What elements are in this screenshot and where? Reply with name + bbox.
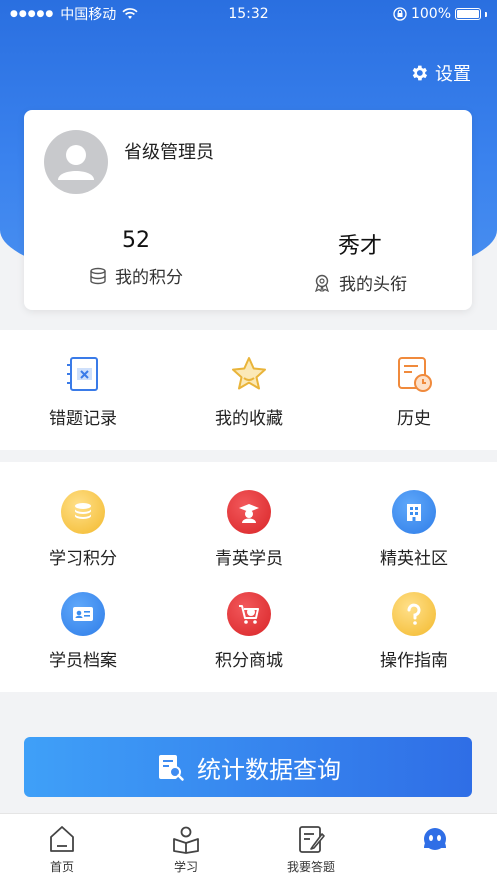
title-stat[interactable]: 秀才 我的头衔 xyxy=(248,228,472,295)
settings-label: 设置 xyxy=(435,64,471,85)
title-value: 秀才 xyxy=(337,234,382,259)
user-name: 省级管理员 xyxy=(124,142,214,163)
feature-label: 积分商城 xyxy=(215,651,283,671)
home-icon xyxy=(50,826,74,852)
coin-stack-icon xyxy=(90,267,106,284)
medal-icon xyxy=(315,274,329,292)
user-placeholder-icon xyxy=(58,145,94,180)
feature-label: 学习积分 xyxy=(49,549,117,569)
tab-label: 首页 xyxy=(49,860,74,874)
document-search-icon xyxy=(159,755,184,781)
tab-answer[interactable]: 我要答题 xyxy=(249,824,373,875)
profile-icon xyxy=(424,828,446,850)
feature-label: 精英社区 xyxy=(380,549,448,569)
answer-icon xyxy=(299,826,325,853)
feature-elite-students[interactable]: 青英学员 xyxy=(166,490,332,569)
title-label: 我的头衔 xyxy=(339,275,407,295)
orientation-lock-icon xyxy=(393,7,407,21)
tab-label: 我要答题 xyxy=(286,860,335,874)
points-label: 我的积分 xyxy=(115,268,183,288)
profile-card: 省级管理员 52 我的积分 秀才 我的头衔 xyxy=(24,110,472,310)
graduate-icon xyxy=(227,490,271,534)
query-button-label: 统计数据查询 xyxy=(197,755,341,784)
points-value: 52 xyxy=(122,228,150,253)
tab-label: 学习 xyxy=(173,860,198,874)
battery-percent: 100% xyxy=(410,6,451,22)
question-icon xyxy=(392,592,436,636)
battery-icon xyxy=(455,8,481,20)
quick-link-label: 我的收藏 xyxy=(215,409,283,429)
id-card-icon xyxy=(61,592,105,636)
statistics-query-button[interactable]: 统计数据查询 xyxy=(24,737,472,797)
quick-links-section: 错题记录 我的收藏 历史 xyxy=(0,330,497,450)
feature-label: 学员档案 xyxy=(49,651,117,671)
avatar[interactable] xyxy=(44,130,108,194)
quick-link-label: 错题记录 xyxy=(49,409,117,429)
coins-icon xyxy=(61,490,105,534)
feature-elite-community[interactable]: 精英社区 xyxy=(331,490,497,569)
star-icon xyxy=(232,357,266,390)
quick-link-history[interactable]: 历史 xyxy=(331,354,497,429)
feature-label: 操作指南 xyxy=(380,651,448,671)
cart-icon xyxy=(227,592,271,636)
building-icon xyxy=(392,490,436,534)
settings-button[interactable]: 设置 xyxy=(409,60,471,86)
feature-student-records[interactable]: 学员档案 xyxy=(0,592,166,671)
tab-home[interactable]: 首页 xyxy=(0,824,124,875)
feature-operation-guide[interactable]: 操作指南 xyxy=(331,592,497,671)
wifi-icon xyxy=(122,8,138,19)
quick-link-label: 历史 xyxy=(397,409,431,429)
carrier-name: 中国移动 xyxy=(60,7,117,23)
quick-link-wrong-notebook[interactable]: 错题记录 xyxy=(0,354,166,429)
feature-study-points[interactable]: 学习积分 xyxy=(0,490,166,569)
points-stat[interactable]: 52 我的积分 xyxy=(24,228,248,288)
feature-points-mall[interactable]: 积分商城 xyxy=(166,592,332,671)
tab-study[interactable]: 学习 xyxy=(124,824,248,875)
bottom-tab-bar: 首页 学习 我要答题 xyxy=(0,813,497,883)
study-icon xyxy=(173,826,199,854)
status-bar: ●●●●● 中国移动 15:32 100% xyxy=(0,0,497,28)
signal-icon: ●●●●● xyxy=(10,9,55,19)
quick-link-favorites[interactable]: 我的收藏 xyxy=(166,354,332,429)
status-time: 15:32 xyxy=(228,6,269,22)
history-icon xyxy=(398,357,432,392)
gear-icon xyxy=(412,65,428,81)
wrong-notebook-icon xyxy=(67,357,98,391)
feature-label: 青英学员 xyxy=(215,549,283,569)
tab-profile[interactable] xyxy=(373,824,497,858)
features-section: 学习积分 青英学员 精英社区 学员档案 积分商城 操作指南 xyxy=(0,462,497,692)
